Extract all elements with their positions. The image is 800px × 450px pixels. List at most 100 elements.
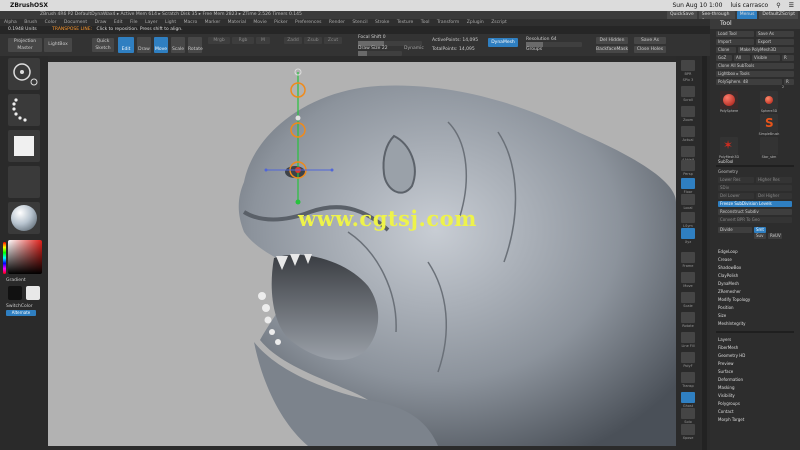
- bpr-button[interactable]: [681, 60, 695, 71]
- rotate-button[interactable]: Rotate: [188, 37, 203, 53]
- polysphere-thumb[interactable]: [720, 91, 738, 109]
- visible-button[interactable]: Visible: [752, 55, 780, 61]
- brush-thumbnail[interactable]: [8, 58, 40, 90]
- local-button[interactable]: [681, 194, 695, 205]
- menu-item-edit[interactable]: Edit: [114, 20, 123, 25]
- menu-item-layer[interactable]: Layer: [145, 20, 158, 25]
- zsub-button[interactable]: Zsub: [304, 37, 322, 44]
- menu-item-stencil[interactable]: Stencil: [352, 20, 367, 25]
- current-tool-slider[interactable]: PolySphere. 48: [716, 79, 782, 85]
- mrgb-button[interactable]: Mrgb: [208, 37, 230, 44]
- menu-item-stroke[interactable]: Stroke: [375, 20, 389, 25]
- geometry-hd-section[interactable]: Geometry HD: [718, 353, 745, 358]
- alternate-button[interactable]: Alternate: [6, 310, 36, 316]
- menu-item-light[interactable]: Light: [165, 20, 176, 25]
- zcut-button[interactable]: Zcut: [324, 37, 342, 44]
- menu-item-zplugin[interactable]: Zplugin: [467, 20, 484, 25]
- sdiv-slider[interactable]: SDiv: [718, 185, 792, 191]
- close-holes-button[interactable]: Close Holes: [634, 46, 666, 53]
- simplebrush-thumb[interactable]: S: [760, 114, 778, 132]
- menu-item-document[interactable]: Document: [64, 20, 87, 25]
- user-name[interactable]: luis carrasco: [730, 0, 768, 11]
- transp-button[interactable]: [681, 372, 695, 383]
- all-button[interactable]: All: [734, 55, 750, 61]
- move-button[interactable]: Move: [154, 37, 168, 53]
- tool-save-as-button[interactable]: Save As: [756, 31, 794, 37]
- dynamesh-button[interactable]: DynaMesh: [488, 38, 518, 47]
- menu-item-picker[interactable]: Picker: [274, 20, 287, 25]
- import-button[interactable]: Import: [716, 39, 754, 45]
- material-thumbnail[interactable]: [8, 202, 40, 234]
- clone-button[interactable]: Clone: [716, 47, 736, 53]
- search-icon[interactable]: ⚲: [776, 0, 780, 11]
- masking-section[interactable]: Masking: [718, 385, 735, 390]
- preview-section[interactable]: Preview: [718, 361, 734, 366]
- make-polymesh-button[interactable]: Make PolyMesh3D: [738, 47, 794, 53]
- projection-master-button[interactable]: Projection Master: [8, 38, 42, 52]
- tool-palette-scrollbar[interactable]: [702, 56, 707, 450]
- star-thumb[interactable]: [760, 137, 778, 155]
- edit-button[interactable]: Edit: [118, 37, 134, 53]
- color-picker[interactable]: [8, 240, 42, 274]
- menu-item-tool[interactable]: Tool: [421, 20, 430, 25]
- secondary-color-swatch[interactable]: [26, 286, 40, 300]
- spix-label[interactable]: SPix 3: [677, 78, 699, 82]
- actual-button[interactable]: [681, 126, 695, 137]
- quick-sketch-button[interactable]: Quick Sketch: [92, 38, 114, 52]
- menu-item-render[interactable]: Render: [329, 20, 345, 25]
- subtool-section[interactable]: SubTool: [718, 159, 733, 164]
- floor-button[interactable]: [681, 178, 695, 189]
- menu-item-file[interactable]: File: [130, 20, 138, 25]
- zremesher-section[interactable]: ZRemesher: [718, 289, 741, 294]
- claypolish-section[interactable]: ClayPolish: [718, 273, 738, 278]
- position-section[interactable]: Position: [718, 305, 734, 310]
- size-section[interactable]: Size: [718, 313, 726, 318]
- geometry-section[interactable]: Geometry: [718, 169, 738, 174]
- frame-button[interactable]: [681, 252, 695, 263]
- lsym-button[interactable]: [681, 212, 695, 223]
- app-name[interactable]: ZBrushOSX: [10, 0, 48, 11]
- del-hidden-button[interactable]: Del Hidden: [596, 37, 628, 44]
- sculpt-model[interactable]: [48, 62, 676, 446]
- backface-mask-button[interactable]: BackfaceMask: [596, 46, 628, 53]
- surface-section[interactable]: Surface: [718, 369, 733, 374]
- reuv-toggle[interactable]: ReUV: [768, 233, 782, 239]
- solo-button[interactable]: [681, 408, 695, 419]
- lower-res-button[interactable]: Lower Res: [718, 177, 754, 183]
- del-lower-button[interactable]: Del Lower: [718, 193, 754, 199]
- morph-target-section[interactable]: Morph Target: [718, 417, 744, 422]
- tool-palette-header[interactable]: Tool: [710, 19, 800, 29]
- shadowbox-section[interactable]: ShadowBox: [718, 265, 741, 270]
- switch-color-label[interactable]: SwitchColor: [6, 304, 33, 309]
- save-as-button[interactable]: Save As: [634, 37, 666, 44]
- m-button[interactable]: M: [256, 37, 270, 44]
- menu-item-transform[interactable]: Transform: [437, 20, 459, 25]
- del-higher-button[interactable]: Del Higher: [756, 193, 792, 199]
- edgeloop-section[interactable]: EdgeLoop: [718, 249, 738, 254]
- clone-all-subtools-button[interactable]: Clone All SubTools: [716, 63, 794, 69]
- persp-button[interactable]: [681, 160, 695, 171]
- fibermesh-section[interactable]: FiberMesh: [718, 345, 738, 350]
- polymesh-thumb[interactable]: ✶: [720, 137, 738, 155]
- reconstruct-subdiv-button[interactable]: Reconstruct Subdiv: [718, 209, 792, 215]
- dynamesh-section[interactable]: DynaMesh: [718, 281, 739, 286]
- sphere3d-thumb[interactable]: [760, 91, 778, 109]
- scale-view-button[interactable]: [681, 292, 695, 303]
- menu-item-alpha[interactable]: Alpha: [4, 20, 17, 25]
- draw-button[interactable]: Draw: [137, 37, 151, 53]
- higher-res-button[interactable]: Higher Res: [756, 177, 792, 183]
- xpose-button[interactable]: [681, 424, 695, 435]
- crease-section[interactable]: Crease: [718, 257, 732, 262]
- goz-button[interactable]: GoZ: [716, 55, 732, 61]
- aahalf-button[interactable]: [681, 146, 695, 157]
- lightbox-button[interactable]: LightBox: [44, 38, 72, 52]
- layers-section[interactable]: Layers: [718, 337, 731, 342]
- convert-bpr-button[interactable]: Convert BPR To Geo: [718, 217, 792, 223]
- menu-item-color[interactable]: Color: [45, 20, 57, 25]
- rotate-view-button[interactable]: [681, 312, 695, 323]
- menu-item-material[interactable]: Material: [228, 20, 246, 25]
- suv-toggle[interactable]: Suv: [754, 233, 766, 239]
- draw-size-slider[interactable]: [358, 51, 402, 56]
- stroke-thumbnail[interactable]: [8, 94, 40, 126]
- polyf-button[interactable]: [681, 352, 695, 363]
